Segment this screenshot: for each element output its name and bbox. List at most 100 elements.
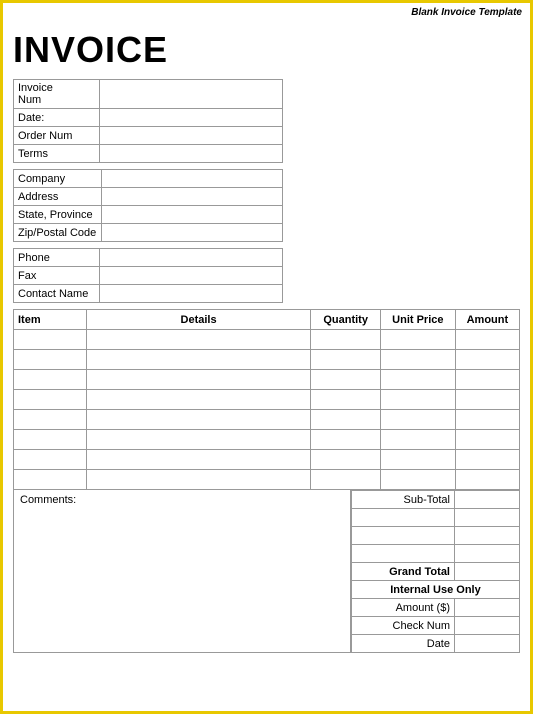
phone-field[interactable] [100, 249, 283, 267]
price-cell[interactable] [380, 390, 455, 410]
col-amount: Amount [455, 310, 519, 330]
table-row: Date: [14, 109, 283, 127]
details-cell[interactable] [86, 450, 311, 470]
grand-total-field[interactable] [455, 563, 520, 581]
field-label: Order Num [14, 127, 100, 145]
field-label: Company [14, 170, 102, 188]
table-row: Phone [14, 249, 283, 267]
item-cell[interactable] [14, 370, 87, 390]
details-cell[interactable] [86, 350, 311, 370]
date-field[interactable] [100, 109, 283, 127]
amount-cell[interactable] [455, 450, 519, 470]
contact-name-field[interactable] [100, 285, 283, 303]
date-field-total[interactable] [455, 635, 520, 653]
qty-cell[interactable] [311, 330, 381, 350]
fax-field[interactable] [100, 267, 283, 285]
state-province-field[interactable] [101, 206, 282, 224]
price-cell[interactable] [380, 430, 455, 450]
col-item: Item [14, 310, 87, 330]
table-row [14, 450, 520, 470]
company-field[interactable] [101, 170, 282, 188]
details-cell[interactable] [86, 470, 311, 490]
item-cell[interactable] [14, 390, 87, 410]
item-cell[interactable] [14, 330, 87, 350]
amount-row: Amount ($) [352, 599, 520, 617]
item-cell[interactable] [14, 350, 87, 370]
price-cell[interactable] [380, 330, 455, 350]
amount-cell[interactable] [455, 370, 519, 390]
item-cell[interactable] [14, 430, 87, 450]
field-label: Contact Name [14, 285, 100, 303]
qty-cell[interactable] [311, 370, 381, 390]
table-row: InvoiceNum [14, 80, 283, 109]
order-num-field[interactable] [100, 127, 283, 145]
date-row: Date [352, 635, 520, 653]
terms-field[interactable] [100, 145, 283, 163]
qty-cell[interactable] [311, 430, 381, 450]
blank-field[interactable] [455, 545, 520, 563]
zip-postal-field[interactable] [101, 224, 282, 242]
price-cell[interactable] [380, 370, 455, 390]
table-row [14, 330, 520, 350]
qty-cell[interactable] [311, 470, 381, 490]
item-cell[interactable] [14, 470, 87, 490]
table-header-row: Item Details Quantity Unit Price Amount [14, 310, 520, 330]
details-cell[interactable] [86, 410, 311, 430]
totals-table: Sub-Total Grand Total [351, 490, 520, 653]
amount-cell[interactable] [455, 410, 519, 430]
field-label: Fax [14, 267, 100, 285]
details-cell[interactable] [86, 430, 311, 450]
blank-label [352, 509, 455, 527]
blank-field[interactable] [455, 509, 520, 527]
blank-row-3 [352, 545, 520, 563]
date-label: Date [352, 635, 455, 653]
price-cell[interactable] [380, 450, 455, 470]
price-cell[interactable] [380, 350, 455, 370]
details-cell[interactable] [86, 390, 311, 410]
table-row [14, 430, 520, 450]
field-label: State, Province [14, 206, 102, 224]
template-label: Blank Invoice Template [411, 7, 522, 18]
table-row [14, 390, 520, 410]
check-num-label: Check Num [352, 617, 455, 635]
address-field[interactable] [101, 188, 282, 206]
qty-cell[interactable] [311, 410, 381, 430]
table-row: Fax [14, 267, 283, 285]
amount-cell[interactable] [455, 330, 519, 350]
comments-area: Comments: [13, 490, 351, 653]
subtotal-field[interactable] [455, 491, 520, 509]
qty-cell[interactable] [311, 450, 381, 470]
grand-total-row: Grand Total [352, 563, 520, 581]
field-label: Date: [14, 109, 100, 127]
amount-cell[interactable] [455, 390, 519, 410]
item-cell[interactable] [14, 450, 87, 470]
amount-cell[interactable] [455, 470, 519, 490]
info-table-3: Phone Fax Contact Name [13, 248, 283, 303]
details-cell[interactable] [86, 370, 311, 390]
invoice-title: INVOICE [13, 29, 520, 71]
price-cell[interactable] [380, 410, 455, 430]
details-cell[interactable] [86, 330, 311, 350]
qty-cell[interactable] [311, 350, 381, 370]
invoice-num-field[interactable] [100, 80, 283, 109]
table-row: Order Num [14, 127, 283, 145]
table-row [14, 350, 520, 370]
amount-label: Amount ($) [352, 599, 455, 617]
amount-cell[interactable] [455, 350, 519, 370]
table-row: Terms [14, 145, 283, 163]
info-section-2: Company Address State, Province Zip/Post… [13, 169, 520, 242]
blank-field[interactable] [455, 527, 520, 545]
info-section-3: Phone Fax Contact Name [13, 248, 520, 303]
grand-total-label: Grand Total [352, 563, 455, 581]
field-label: Phone [14, 249, 100, 267]
amount-field[interactable] [455, 599, 520, 617]
item-cell[interactable] [14, 410, 87, 430]
amount-cell[interactable] [455, 430, 519, 450]
qty-cell[interactable] [311, 390, 381, 410]
subtotal-label: Sub-Total [352, 491, 455, 509]
table-row: Contact Name [14, 285, 283, 303]
info-section-1: InvoiceNum Date: Order Num Terms [13, 79, 520, 163]
check-num-field[interactable] [455, 617, 520, 635]
price-cell[interactable] [380, 470, 455, 490]
table-row [14, 470, 520, 490]
